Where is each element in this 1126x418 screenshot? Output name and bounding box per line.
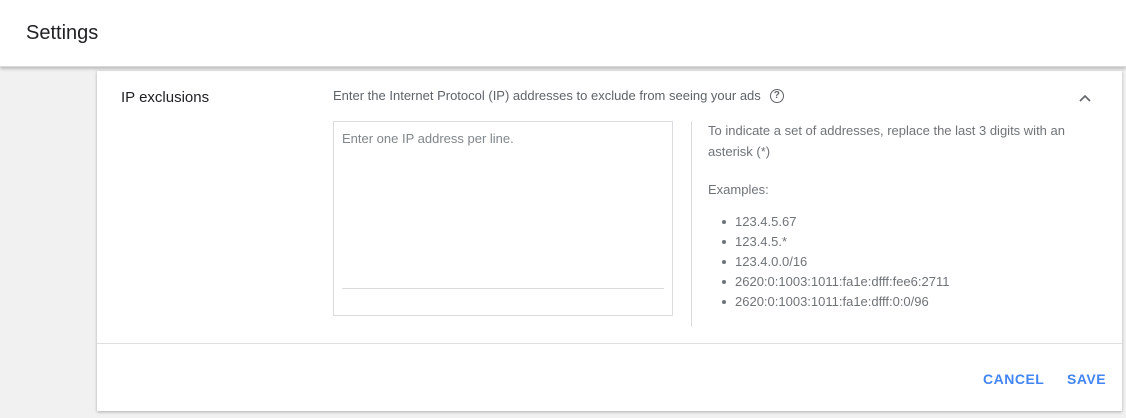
example-item: 123.4.5.67 <box>722 212 1068 232</box>
help-panel: To indicate a set of addresses, replace … <box>708 120 1068 312</box>
section-description-row: Enter the Internet Protocol (IP) address… <box>333 88 784 103</box>
vertical-divider <box>691 121 692 327</box>
footer-divider <box>97 343 1122 344</box>
examples-list: 123.4.5.67 123.4.5.* 123.4.0.0/16 2620:0… <box>708 212 1068 312</box>
example-item: 2620:0:1003:1011:fa1e:dfff:0:0/96 <box>722 292 1068 312</box>
section-label: IP exclusions <box>121 89 210 106</box>
example-item: 123.4.5.* <box>722 232 1068 252</box>
ip-address-field[interactable] <box>333 121 673 316</box>
textarea-underline <box>342 288 664 289</box>
example-item: 123.4.0.0/16 <box>722 252 1068 272</box>
ip-exclusions-card: IP exclusions Enter the Internet Protoco… <box>97 71 1122 411</box>
example-item: 2620:0:1003:1011:fa1e:dfff:fee6:2711 <box>722 272 1068 292</box>
section-description: Enter the Internet Protocol (IP) address… <box>333 88 761 103</box>
page-title: Settings <box>26 22 99 44</box>
settings-header: Settings <box>0 0 1126 67</box>
save-button[interactable]: SAVE <box>1067 371 1106 387</box>
chevron-up-icon[interactable] <box>1076 91 1094 105</box>
examples-heading: Examples: <box>708 182 769 197</box>
ip-address-textarea[interactable] <box>334 122 672 284</box>
help-circle-icon[interactable]: ? <box>769 88 784 103</box>
cancel-button[interactable]: CANCEL <box>983 371 1044 387</box>
help-instruction: To indicate a set of addresses, replace … <box>708 123 1065 159</box>
